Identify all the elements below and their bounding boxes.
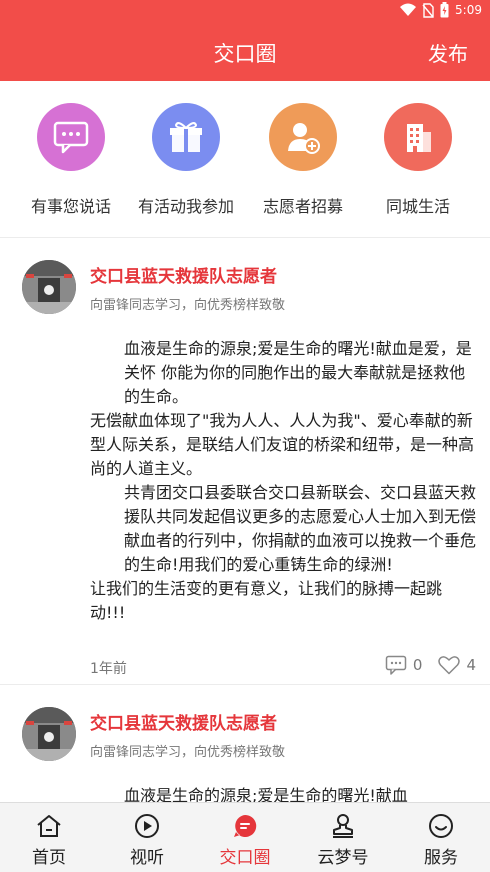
home-icon <box>0 813 98 839</box>
avatar[interactable] <box>22 707 76 761</box>
add-person-icon <box>269 103 337 171</box>
stamp-icon <box>294 813 392 839</box>
post-actions: 0 4 <box>385 655 476 675</box>
tab-media[interactable]: 视听 <box>98 813 196 868</box>
tab-label: 首页 <box>32 848 66 868</box>
post-author[interactable]: 交口县蓝天救援队志愿者 <box>90 709 277 734</box>
avatar[interactable] <box>22 260 76 314</box>
tab-home[interactable]: 首页 <box>0 813 98 868</box>
post-subtitle: 向雷锋同志学习，向优秀榜样致敬 <box>90 745 286 760</box>
comment-icon <box>385 655 407 675</box>
wifi-icon <box>400 3 417 16</box>
building-icon <box>384 103 452 171</box>
quick-link-label: 志愿者招募 <box>262 197 343 216</box>
comment-count: 0 <box>412 656 423 674</box>
status-time: 5:09 <box>455 3 482 17</box>
post-paragraph: 血液是生命的源泉;爱是生命的曙光!献血 <box>124 786 408 802</box>
post-card[interactable]: 交口县蓝天救援队志愿者 向雷锋同志学习，向优秀榜样致敬 血液是生命的源泉;爱是生… <box>0 685 490 802</box>
smile-icon <box>392 813 490 839</box>
post-paragraph: 让我们的生活变的更有意义，让我们的脉搏一起跳动!!! <box>90 579 443 622</box>
quick-link-city[interactable]: 同城生活 <box>357 103 479 217</box>
chat-circle-icon <box>196 813 294 839</box>
chat-bubble-icon <box>37 103 105 171</box>
bottom-tab-bar: 首页 视听 交口圈 云梦号 服务 <box>0 802 490 872</box>
status-icons: 5:09 <box>400 2 482 18</box>
like-count: 4 <box>466 656 476 674</box>
like-button[interactable]: 4 <box>438 655 476 675</box>
play-icon <box>98 813 196 839</box>
tab-service[interactable]: 服务 <box>392 813 490 868</box>
gift-icon <box>152 103 220 171</box>
tab-label: 视听 <box>130 848 164 868</box>
no-sim-icon <box>422 2 434 18</box>
post-paragraph: 共青团交口县委联合交口县新联会、交口县蓝天救援队共同发起倡议更多的志愿爱心人士加… <box>124 483 477 574</box>
post-card[interactable]: 交口县蓝天救援队志愿者 向雷锋同志学习，向优秀榜样致敬 血液是生命的源泉;爱是生… <box>0 238 490 684</box>
tab-label: 交口圈 <box>219 848 271 868</box>
page-title: 交口圈 <box>213 42 277 66</box>
quick-link-volunteer[interactable]: 志愿者招募 <box>242 103 364 217</box>
title-bar: 交口圈 发布 <box>0 24 490 81</box>
post-paragraph: 无偿献血体现了"我为人人、人人为我"、爱心奉献的新型人际关系，是联结人们友谊的桥… <box>90 411 475 478</box>
status-bar: 5:09 <box>0 0 490 24</box>
tab-label: 服务 <box>424 848 458 868</box>
quick-links: 有事您说话 有活动我参加 志愿者招募 同城生活 <box>0 81 490 237</box>
post-time: 1年前 <box>90 661 127 677</box>
battery-icon <box>440 2 449 18</box>
post-content[interactable]: 血液是生命的源泉;爱是生命的曙光!献血是爱，是关怀 你能为你的同胞作出的最大奉献… <box>90 337 476 625</box>
post-content[interactable]: 血液是生命的源泉;爱是生命的曙光!献血 <box>90 784 476 802</box>
heart-icon <box>438 656 461 675</box>
tab-circle[interactable]: 交口圈 <box>196 813 294 868</box>
quick-link-label: 有活动我参加 <box>137 197 234 216</box>
comment-button[interactable]: 0 <box>385 655 423 675</box>
post-author[interactable]: 交口县蓝天救援队志愿者 <box>90 262 277 287</box>
publish-button[interactable]: 发布 <box>428 38 468 67</box>
tab-label: 云梦号 <box>317 848 369 868</box>
quick-link-label: 同城生活 <box>385 197 450 216</box>
quick-link-activity[interactable]: 有活动我参加 <box>125 103 247 217</box>
post-subtitle: 向雷锋同志学习，向优秀榜样致敬 <box>90 298 286 313</box>
post-paragraph: 血液是生命的源泉;爱是生命的曙光!献血是爱，是关怀 你能为你的同胞作出的最大奉献… <box>124 339 472 406</box>
quick-link-talk[interactable]: 有事您说话 <box>10 103 132 217</box>
tab-yunmeng[interactable]: 云梦号 <box>294 813 392 868</box>
quick-link-label: 有事您说话 <box>30 197 111 216</box>
